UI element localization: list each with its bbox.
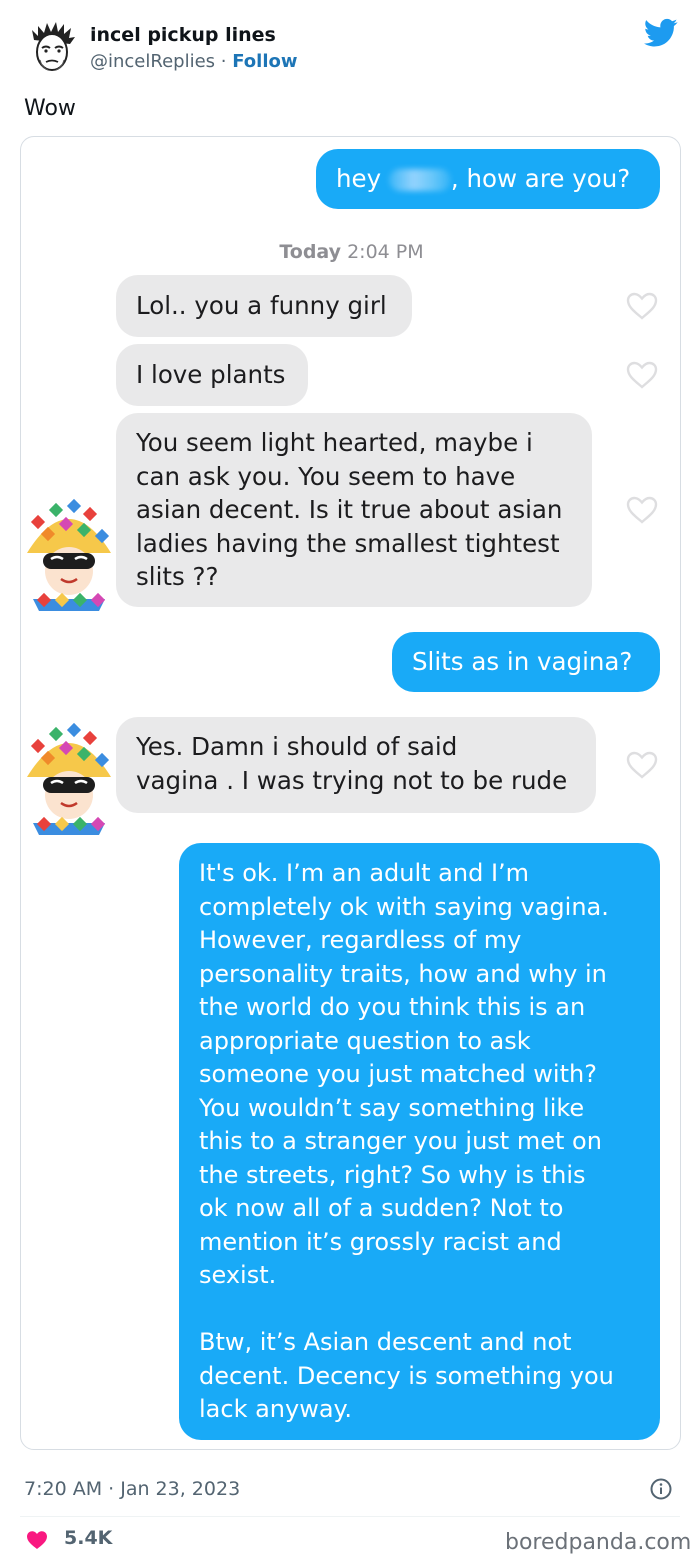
- author-handle-row: @incelReplies · Follow: [90, 51, 298, 72]
- message-line: this to a stranger you just met on: [199, 1127, 602, 1155]
- match-avatar-icon[interactable]: [21, 719, 117, 835]
- message-text: I love plants: [136, 360, 286, 389]
- author-handle[interactable]: @incelReplies: [90, 51, 215, 72]
- message-line: Yes. Damn i should of said: [136, 732, 458, 761]
- outgoing-message: hey , how are you?: [316, 149, 660, 209]
- message-line: It's ok. I’m an adult and I’m: [199, 859, 530, 887]
- message-text: Lol.. you a funny girl: [136, 291, 387, 320]
- message-line: the streets, right? So why is this: [199, 1160, 586, 1189]
- info-icon[interactable]: [650, 1478, 672, 1500]
- incoming-message: I love plants: [116, 344, 308, 406]
- outgoing-message: Slits as in vagina?: [392, 632, 660, 692]
- message-text: hey: [336, 164, 389, 193]
- message-line: decent. Decency is something you: [199, 1361, 614, 1390]
- match-avatar-icon[interactable]: [21, 495, 117, 611]
- timestamp-day: Today: [279, 241, 342, 263]
- message-line: You seem light hearted, maybe i: [136, 428, 533, 457]
- author-avatar[interactable]: [24, 20, 80, 76]
- chat-timestamp: Today 2:04 PM: [21, 241, 680, 263]
- message-text: Slits as in vagina?: [412, 647, 633, 676]
- incoming-message: Lol.. you a funny girl: [116, 275, 412, 337]
- tweet-media-image[interactable]: hey , how are you? Today 2:04 PM Lol.. y…: [20, 136, 681, 1450]
- message-line: [199, 1293, 640, 1327]
- heart-outline-icon[interactable]: [625, 360, 659, 390]
- message-line: ladies having the smallest tightest: [136, 528, 560, 558]
- watermark: boredpanda.com: [505, 1530, 692, 1555]
- message-line: asian decent. Is it true about asian: [136, 495, 563, 525]
- footer-divider: [20, 1516, 680, 1517]
- message-line: lack anyway.: [199, 1395, 352, 1423]
- message-line: ok now all of a sudden? Not to: [199, 1194, 564, 1222]
- twitter-bird-icon[interactable]: [644, 18, 678, 48]
- timestamp-clock: 2:04 PM: [341, 241, 424, 263]
- blurred-name: [388, 169, 451, 191]
- message-text: , how are you?: [450, 164, 631, 193]
- author-name[interactable]: incel pickup lines: [90, 24, 276, 46]
- message-line: appropriate question to ask: [199, 1026, 531, 1055]
- tweet-text: Wow: [24, 96, 76, 121]
- outgoing-message: It's ok. I’m an adult and I’m completely…: [179, 843, 660, 1440]
- message-line: You wouldn’t say something like: [199, 1093, 585, 1122]
- message-line: Btw, it’s Asian descent and not: [199, 1328, 572, 1356]
- heart-icon[interactable]: [26, 1530, 48, 1550]
- incoming-message: You seem light hearted, maybe i can ask …: [116, 413, 592, 607]
- message-line: can ask you. You seem to have: [136, 461, 516, 491]
- message-line: completely ok with saying vagina.: [199, 892, 609, 921]
- handle-separator: ·: [215, 51, 233, 72]
- message-line: However, regardless of my: [199, 926, 522, 954]
- like-count[interactable]: 5.4K: [64, 1527, 112, 1549]
- message-line: mention it’s grossly racist and: [199, 1227, 562, 1256]
- heart-outline-icon[interactable]: [625, 291, 659, 321]
- follow-link[interactable]: Follow: [232, 51, 297, 72]
- message-line: personality traits, how and why in: [199, 959, 607, 988]
- message-line: sexist.: [199, 1261, 277, 1289]
- heart-outline-icon[interactable]: [625, 750, 659, 780]
- tweet-timestamp[interactable]: 7:20 AM · Jan 23, 2023: [24, 1478, 240, 1500]
- tweet-header: incel pickup lines @incelReplies · Follo…: [0, 0, 700, 90]
- message-line: someone you just matched with?: [199, 1060, 597, 1088]
- message-line: the world do you think this is an: [199, 993, 586, 1021]
- incoming-message: Yes. Damn i should of said vagina . I wa…: [116, 717, 596, 813]
- message-line: slits ??: [136, 562, 219, 592]
- heart-outline-icon[interactable]: [625, 495, 659, 525]
- message-line: vagina . I was trying not to be rude: [136, 765, 568, 795]
